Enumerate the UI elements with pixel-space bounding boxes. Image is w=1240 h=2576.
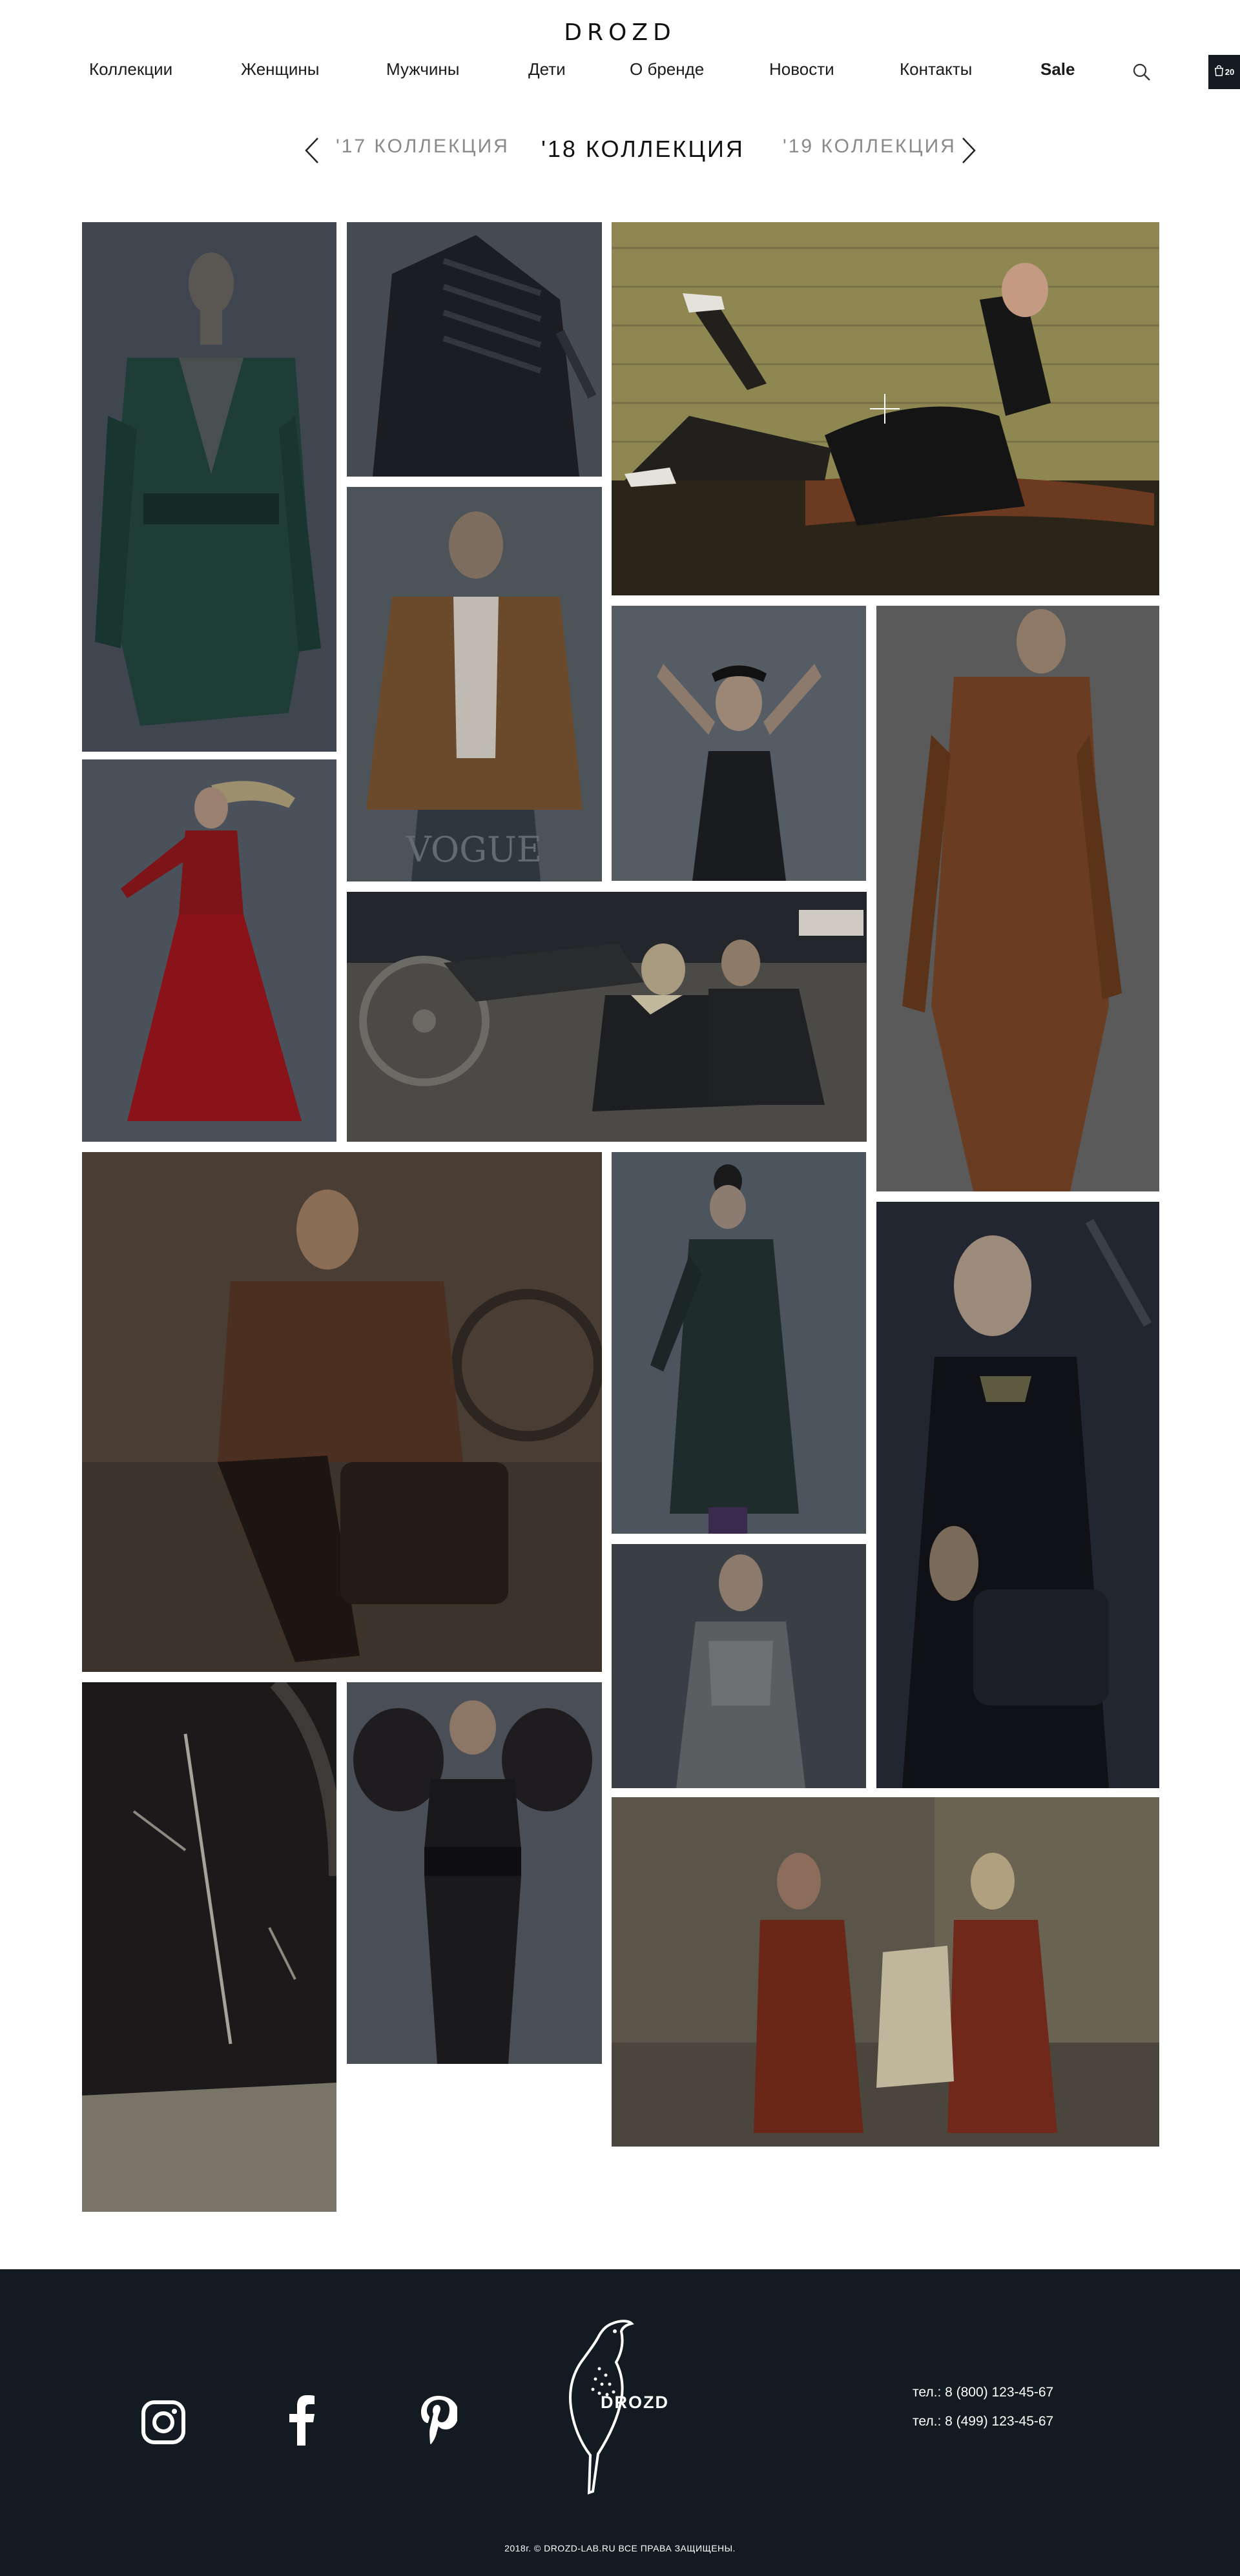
gallery-photo-man-leather-motorcycle[interactable] [82,1152,602,1672]
nav-item-sale[interactable]: Sale [1040,59,1075,79]
phone-link-499[interactable]: тел.: 8 (499) 123-45-67 [913,2414,1053,2429]
gallery-photo-two-women-red-leather[interactable] [612,1797,1159,2147]
gallery-photo-slip-dress-cap[interactable] [612,606,866,881]
gallery-photo-rust-leather-coat[interactable] [876,606,1159,1191]
facebook-icon[interactable] [287,2394,316,2446]
nav-item-news[interactable]: Новости [769,59,834,79]
vogue-watermark: VOGUE [406,829,542,870]
instagram-icon[interactable] [140,2399,187,2446]
collection-current-title: '18 КОЛЛЕКЦИЯ [541,136,745,162]
gallery-photo-couple-motorcycle[interactable] [347,892,867,1142]
chevron-left-icon[interactable] [302,134,322,167]
collection-prev-link[interactable]: '17 КОЛЛЕКЦИЯ [336,136,510,168]
nav-item-women[interactable]: Женщины [241,59,319,79]
gallery-photo-red-leather-gown[interactable] [82,759,336,1142]
phone-link-800[interactable]: тел.: 8 (800) 123-45-67 [913,2385,1053,2400]
gallery-photo-green-leather-suit[interactable] [82,222,336,752]
pinterest-icon[interactable] [418,2394,459,2446]
collection-next-link[interactable]: '19 КОЛЛЕКЦИЯ [783,136,956,168]
shopping-bag-icon [1214,65,1224,79]
copyright-text: 2018г. © DROZD-LAB.RU ВСЕ ПРАВА ЗАЩИЩЕНЫ… [504,2543,736,2553]
gallery-photo-black-biker-closeup[interactable] [82,1682,336,2212]
nav-item-men[interactable]: Мужчины [386,59,459,79]
search-icon[interactable] [1132,63,1152,82]
chevron-right-icon[interactable] [959,134,978,167]
gallery-photo-grey-dress[interactable] [612,1544,866,1788]
gallery-photo-green-leather-trench[interactable] [612,1152,866,1534]
cart-count: 20 [1224,67,1235,77]
gallery-photo-woman-owl-black-bag[interactable] [876,1202,1159,1788]
gallery-photo-man-brown-jacket[interactable]: VOGUE [347,487,602,881]
gallery-photo-black-leather-skirt[interactable] [347,1682,602,2064]
nav-item-collections[interactable]: Коллекции [89,59,172,79]
brand-logo[interactable]: DROZD [0,19,1240,46]
cart-button[interactable]: 20 [1208,55,1240,89]
plus-icon[interactable] [869,393,901,425]
gallery-photo-black-jacket-detail[interactable] [347,222,602,477]
nav-item-about-brand[interactable]: О бренде [630,59,704,79]
main-navigation: Коллекции Женщины Мужчины Дети О бренде … [0,59,1240,83]
nav-item-contacts[interactable]: Контакты [900,59,972,79]
nav-item-kids[interactable]: Дети [528,59,566,79]
footer-brand-name: DROZD [601,2393,669,2412]
